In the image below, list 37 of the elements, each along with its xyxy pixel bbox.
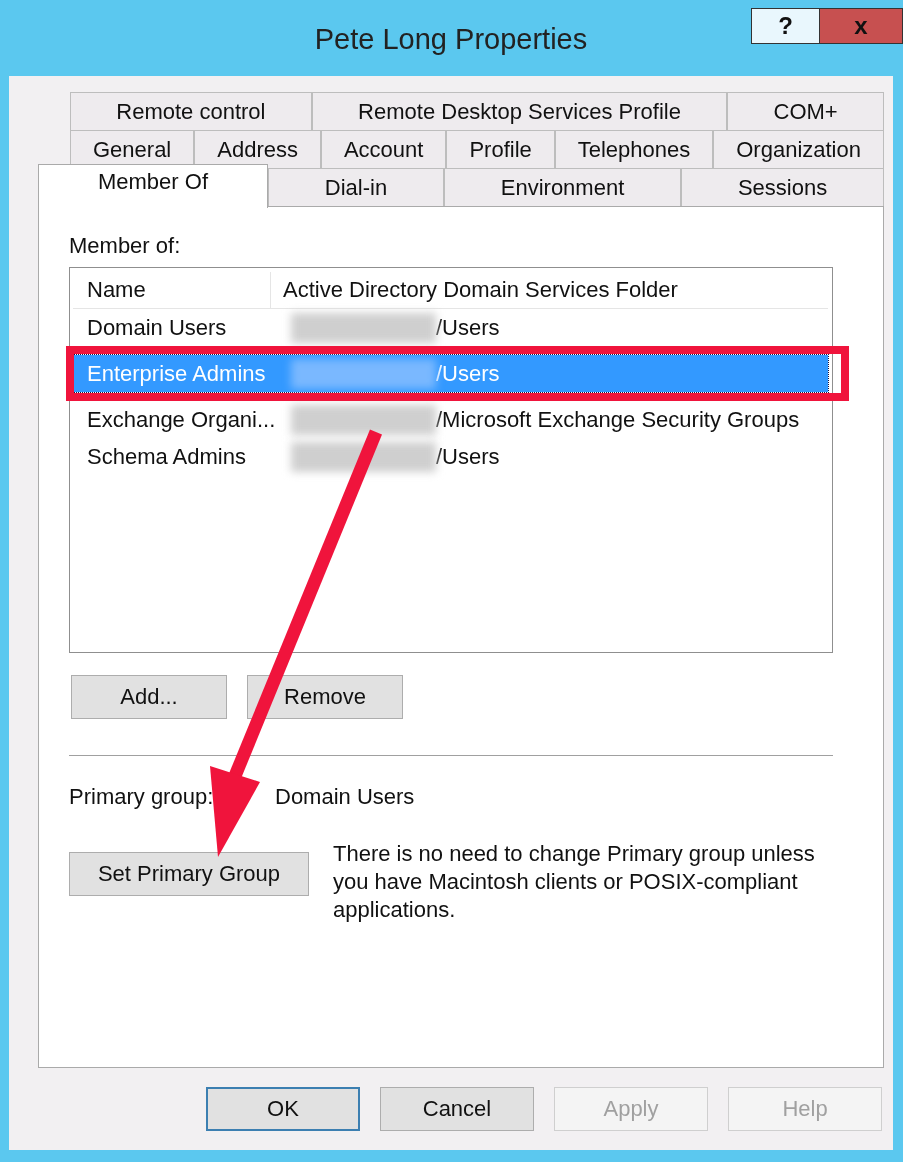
dialog-button[interactable]: Cancel xyxy=(380,1087,534,1131)
list-row[interactable]: Domain Users /Users xyxy=(73,309,828,346)
folder-path: /Microsoft Exchange Security Groups xyxy=(436,406,800,433)
tab[interactable]: Sessions xyxy=(681,168,884,206)
help-button[interactable]: ? xyxy=(751,8,819,44)
tab[interactable]: Environment xyxy=(443,168,682,206)
tab[interactable]: Organization xyxy=(713,130,884,168)
group-name: Schema Admins xyxy=(86,443,247,470)
folder-path: /Users xyxy=(436,443,500,470)
set-primary-group-button[interactable]: Set Primary Group xyxy=(69,852,309,896)
folder-path: /Users xyxy=(436,314,500,341)
list-action-button[interactable]: Remove xyxy=(247,675,403,719)
tab[interactable]: Profile xyxy=(446,130,555,168)
folder-path: /Users xyxy=(436,360,500,387)
tab[interactable]: Account xyxy=(320,130,447,168)
group-name: Enterprise Admins xyxy=(86,360,267,387)
tab[interactable]: Address xyxy=(194,130,321,168)
list-row[interactable]: Schema Admins /Users xyxy=(73,438,828,475)
window-title: Pete Long Properties xyxy=(314,22,588,56)
dialog-button[interactable]: OK xyxy=(206,1087,360,1131)
tab[interactable]: COM+ xyxy=(727,92,884,130)
group-name: Exchange Organi... xyxy=(86,406,277,433)
primary-group-note: There is no need to change Primary group unless you have Macintosh clients or POSIX-compliant applications. xyxy=(333,840,816,924)
column-header[interactable]: Active Directory Domain Services Folder xyxy=(271,277,678,303)
group-name: Domain Users xyxy=(86,314,228,341)
tab[interactable]: Member Of xyxy=(38,164,268,208)
member-of-label: Member of: xyxy=(69,233,182,260)
close-button[interactable]: x xyxy=(819,8,903,44)
primary-group-value: Domain Users xyxy=(275,784,415,810)
tab[interactable]: Telephones xyxy=(554,130,714,168)
tab[interactable]: Remote control xyxy=(70,92,312,130)
list-action-button[interactable]: Add... xyxy=(71,675,227,719)
primary-group-label: Primary group: xyxy=(69,784,215,810)
tab[interactable]: Dial-in xyxy=(268,168,444,206)
tab[interactable]: Remote Desktop Services Profile xyxy=(311,92,728,130)
list-row[interactable]: Exchange Organi... /Microsoft Exchange Security Groups xyxy=(73,401,828,438)
column-header[interactable]: Name xyxy=(73,272,271,308)
